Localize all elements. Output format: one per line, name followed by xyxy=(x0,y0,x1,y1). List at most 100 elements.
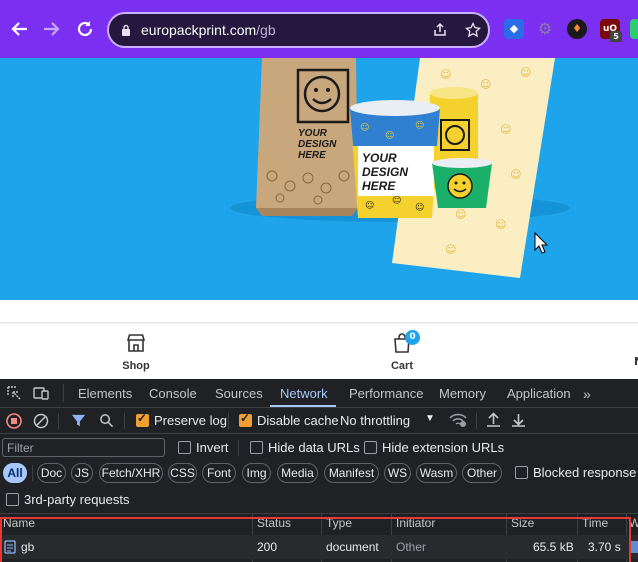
svg-text:☺: ☺ xyxy=(415,120,424,131)
cart-nav-item[interactable]: Cart xyxy=(372,332,432,372)
toolbar-divider xyxy=(238,440,239,456)
toolbar-divider xyxy=(476,413,477,429)
bottom-nav: Shop Cart xyxy=(0,323,638,379)
toolbar-divider xyxy=(124,413,125,429)
svg-text:☺: ☺ xyxy=(510,168,521,181)
network-toolbar: Preserve log Disable cache No throttling… xyxy=(0,408,638,434)
svg-text:☺: ☺ xyxy=(500,123,511,136)
svg-text:☺: ☺ xyxy=(392,195,401,206)
svg-text:☺: ☺ xyxy=(520,66,531,79)
cart-label: Cart xyxy=(390,360,413,372)
shop-nav-item[interactable]: Shop xyxy=(106,332,166,372)
device-toolbar-icon[interactable] xyxy=(33,385,49,401)
type-filter-manifest[interactable]: Manifest xyxy=(324,463,379,483)
third-party-label: 3rd-party requests xyxy=(24,492,130,507)
extension-gear-icon[interactable]: ⚙ xyxy=(535,19,555,39)
type-filter-img[interactable]: Img xyxy=(242,463,271,483)
more-tabs-chevron-icon[interactable]: » xyxy=(583,386,591,402)
back-button[interactable] xyxy=(7,14,33,44)
svg-text:☺: ☺ xyxy=(440,68,451,81)
type-filter-ws[interactable]: WS xyxy=(384,463,411,483)
svg-text:YOUR: YOUR xyxy=(298,128,328,139)
extension-flame-icon[interactable]: ♦ xyxy=(567,19,587,39)
filter-funnel-icon[interactable] xyxy=(71,413,86,428)
tab-performance[interactable]: Performance xyxy=(349,386,423,401)
hero-banner: ☺☺☺ ☺☺☺ ☺☺☺ ☺ YOUR DESIGN HERE ☺☺☺ ☺☺☺ xyxy=(0,58,638,300)
page-spacer xyxy=(0,300,638,322)
forward-button[interactable] xyxy=(38,14,64,44)
svg-text:HERE: HERE xyxy=(298,150,326,161)
throttling-select[interactable]: No throttling xyxy=(340,413,410,428)
tab-application[interactable]: Application xyxy=(507,386,571,401)
toolbar-divider xyxy=(32,465,33,481)
inspect-element-icon[interactable] xyxy=(6,385,22,401)
cart-count-badge: 0 xyxy=(405,330,420,345)
filter-input[interactable] xyxy=(2,438,165,457)
type-filter-font[interactable]: Font xyxy=(202,463,236,483)
svg-text:☺: ☺ xyxy=(415,202,424,213)
reload-button[interactable] xyxy=(72,14,98,44)
red-highlight-box xyxy=(0,517,631,562)
type-filter-js[interactable]: JS xyxy=(71,463,93,483)
devtools-tabbar: Elements Console Sources Network Perform… xyxy=(0,379,638,408)
clear-icon[interactable] xyxy=(33,413,49,429)
share-icon[interactable] xyxy=(431,22,449,40)
record-stop-icon[interactable] xyxy=(6,413,22,429)
import-har-upload-icon[interactable] xyxy=(486,412,501,428)
extension-badge: 5 xyxy=(610,31,622,42)
tab-network[interactable]: Network xyxy=(280,386,328,401)
type-filter-doc[interactable]: Doc xyxy=(37,463,66,483)
throttling-dropdown-caret-icon[interactable]: ▼ xyxy=(425,413,435,424)
export-har-download-icon[interactable] xyxy=(511,412,526,428)
address-bar[interactable]: europackprint.com/gb xyxy=(107,12,490,48)
svg-text:☺: ☺ xyxy=(455,208,466,221)
url-host: europackprint.com xyxy=(141,22,257,38)
toolbar-divider xyxy=(228,413,229,429)
disable-cache-label: Disable cache xyxy=(257,413,339,428)
hide-data-urls-label: Hide data URLs xyxy=(268,440,360,455)
tab-memory[interactable]: Memory xyxy=(439,386,486,401)
forward-arrow-icon xyxy=(44,22,60,36)
svg-text:DESIGN: DESIGN xyxy=(298,139,337,150)
lock-icon xyxy=(122,24,130,36)
type-filter-other[interactable]: Other xyxy=(462,463,502,483)
bookmark-star-icon[interactable] xyxy=(464,21,482,40)
resource-type-filters: All Doc JS Fetch/XHR CSS Font Img Media … xyxy=(0,460,638,488)
toolbar-divider xyxy=(63,384,64,402)
type-filter-css[interactable]: CSS xyxy=(168,463,197,483)
shop-icon xyxy=(126,334,146,352)
type-filter-all[interactable]: All xyxy=(3,463,27,483)
svg-text:☺: ☺ xyxy=(360,122,369,133)
svg-text:☺: ☺ xyxy=(365,200,374,211)
svg-text:YOUR: YOUR xyxy=(362,151,397,165)
toolbar-divider xyxy=(58,413,59,429)
tab-sources[interactable]: Sources xyxy=(215,386,263,401)
type-filter-wasm[interactable]: Wasm xyxy=(416,463,457,483)
third-party-checkbox[interactable] xyxy=(6,493,19,506)
preserve-log-label: Preserve log xyxy=(154,413,227,428)
disable-cache-checkbox[interactable] xyxy=(239,411,252,427)
network-conditions-wifi-icon[interactable] xyxy=(449,413,467,428)
hide-extension-urls-checkbox[interactable] xyxy=(364,441,377,454)
tab-console[interactable]: Console xyxy=(149,386,197,401)
filter-bar: Invert Hide data URLs Hide extension URL… xyxy=(0,434,638,460)
blocked-response-cookies-checkbox[interactable] xyxy=(515,466,528,479)
svg-text:☺: ☺ xyxy=(495,218,506,231)
truncated-nav-item[interactable]: N xyxy=(634,355,638,369)
type-filter-fetch-xhr[interactable]: Fetch/XHR xyxy=(99,463,163,483)
svg-text:☺: ☺ xyxy=(480,78,491,91)
reload-icon xyxy=(77,21,93,37)
extension-shield-icon[interactable]: ◆ xyxy=(504,19,524,39)
extension-green-icon[interactable] xyxy=(630,19,638,39)
shop-label: Shop xyxy=(122,360,150,372)
tab-elements[interactable]: Elements xyxy=(78,386,132,401)
invert-label: Invert xyxy=(196,440,229,455)
back-arrow-icon xyxy=(11,22,27,36)
type-filter-media[interactable]: Media xyxy=(277,463,318,483)
svg-text:HERE: HERE xyxy=(362,179,396,193)
search-icon[interactable] xyxy=(99,413,114,428)
preserve-log-checkbox[interactable] xyxy=(136,411,149,427)
url-path: /gb xyxy=(256,22,276,38)
invert-checkbox[interactable] xyxy=(178,441,191,454)
hide-data-urls-checkbox[interactable] xyxy=(250,441,263,454)
